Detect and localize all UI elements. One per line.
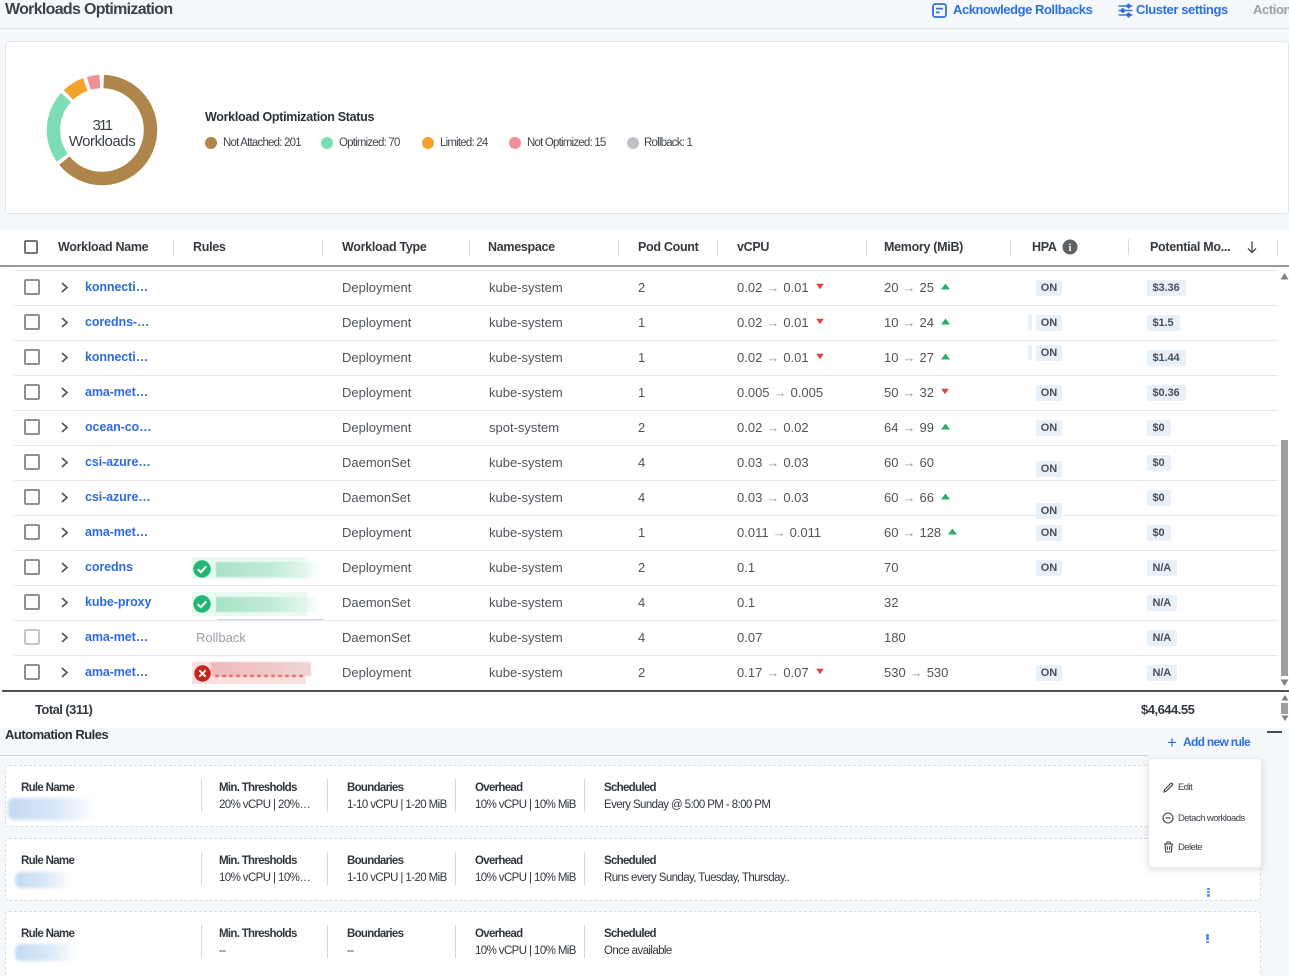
svg-text:i: i <box>1069 243 1072 254</box>
